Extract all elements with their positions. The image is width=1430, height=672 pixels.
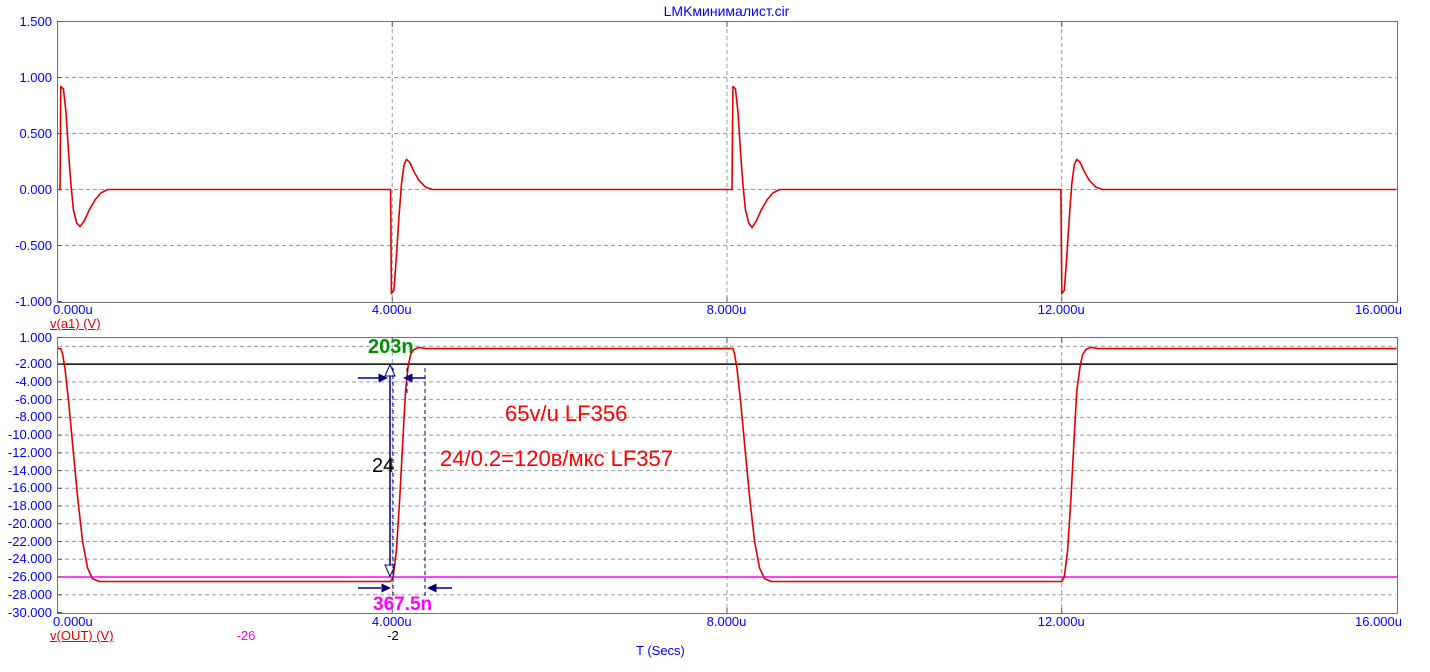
x-tick-label: 12.000u xyxy=(1037,302,1085,317)
x-tick-label: 16.000u xyxy=(1355,614,1402,629)
y-tick-label: -28.000 xyxy=(7,586,52,602)
y-tick-label: -0.500 xyxy=(15,237,52,253)
delta-v-24-label[interactable]: 24 xyxy=(372,456,394,476)
y-tick-label: -16.000 xyxy=(7,480,52,496)
x-axis-title: T (Secs) xyxy=(636,643,685,658)
legend-va1[interactable]: v(a1) (V) xyxy=(50,317,101,331)
x-tick-label: 8.000u xyxy=(706,614,747,629)
x-tick-label: 0.000u xyxy=(53,302,93,317)
page-title: LMKминималист.cir xyxy=(663,3,790,19)
y-tick-label: -26.000 xyxy=(7,569,52,585)
microcap-analysis-window: LMKминималист.cir 203n 24 367.5n 65v/u L… xyxy=(0,0,1430,672)
note-lf357[interactable]: 24/0.2=120в/мкс LF357 xyxy=(440,448,673,470)
y-tick-label: -6.000 xyxy=(15,391,52,407)
rise-time-367n-label[interactable]: 367.5n xyxy=(373,595,432,614)
y-tick-label: 1.000 xyxy=(19,69,52,85)
y-tick-label: 0.500 xyxy=(19,125,52,141)
rise-time-203n-label[interactable]: 203n xyxy=(368,337,414,357)
y-tick-label: -30.000 xyxy=(7,604,52,620)
y-tick-label: -14.000 xyxy=(7,462,52,478)
y-tick-label: -12.000 xyxy=(7,444,52,460)
x-tick-label: 4.000u xyxy=(371,302,412,317)
note-lf356[interactable]: 65v/u LF356 xyxy=(505,403,627,425)
chart-vout-plot-area[interactable] xyxy=(57,337,1398,614)
y-tick-label: -8.000 xyxy=(15,409,52,425)
x-tick-label: 16.000u xyxy=(1355,302,1402,317)
x-tick-label: 4.000u xyxy=(371,614,412,629)
x-tick-label: 12.000u xyxy=(1037,614,1085,629)
cursor-value-minus2: -2 xyxy=(387,628,399,643)
y-tick-label: -18.000 xyxy=(7,498,52,514)
y-tick-label: -1.000 xyxy=(15,293,52,309)
x-tick-label: 8.000u xyxy=(706,302,747,317)
chart-va1-plot-area[interactable] xyxy=(57,21,1398,303)
y-tick-label: -4.000 xyxy=(15,373,52,389)
y-tick-label: -22.000 xyxy=(7,533,52,549)
y-tick-label: 1.000 xyxy=(19,329,52,345)
cursor-value-minus26: -26 xyxy=(236,628,256,643)
y-tick-label: 1.500 xyxy=(19,13,52,29)
y-tick-label: -24.000 xyxy=(7,551,52,567)
legend-vout[interactable]: v(OUT) (V) xyxy=(50,629,114,643)
y-tick-label: 0.000 xyxy=(19,181,52,197)
y-tick-label: -20.000 xyxy=(7,515,52,531)
y-tick-label: -10.000 xyxy=(7,427,52,443)
y-tick-label: -2.000 xyxy=(15,356,52,372)
x-tick-label: 0.000u xyxy=(53,614,93,629)
